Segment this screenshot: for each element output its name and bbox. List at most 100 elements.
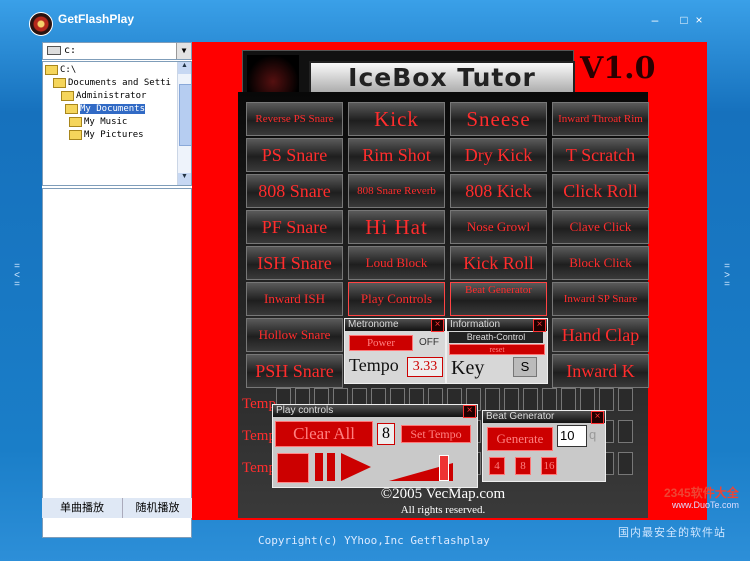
- minimize-button[interactable]: –: [648, 13, 662, 27]
- collapse-left-icon[interactable]: = < =: [11, 262, 23, 290]
- sound-button-clave-click[interactable]: Clave Click: [552, 210, 649, 244]
- power-button[interactable]: Power: [349, 335, 413, 351]
- sound-button-kick-roll[interactable]: Kick Roll: [450, 246, 547, 280]
- close-icon[interactable]: ×: [533, 319, 546, 332]
- sound-button-808-snare[interactable]: 808 Snare: [246, 174, 343, 208]
- reset-button[interactable]: reset: [449, 344, 545, 355]
- step-cell[interactable]: [599, 388, 614, 411]
- sound-button-sneese[interactable]: Sneese: [450, 102, 547, 136]
- play-value[interactable]: 8: [377, 423, 395, 445]
- file-list[interactable]: [42, 188, 192, 538]
- sound-button-kick[interactable]: Kick: [348, 102, 445, 136]
- tempo-row-label: Temp: [242, 396, 276, 412]
- watermark-logo: 2345软件大全: [664, 486, 739, 500]
- sound-button-hi-hat[interactable]: Hi Hat: [348, 210, 445, 244]
- information-window: Information × Breath-Control reset Key S: [446, 318, 548, 384]
- tree-item-administrator[interactable]: Administrator: [61, 90, 146, 102]
- drive-label: c:: [64, 45, 77, 56]
- sound-button-nose-growl[interactable]: Nose Growl: [450, 210, 547, 244]
- drive-select[interactable]: c: ▼: [42, 42, 192, 60]
- beat-generator-window: Beat Generator × Generate 10 q 4 8 16: [482, 410, 606, 482]
- folder-tree[interactable]: C:\ Documents and Setti Administrator My…: [42, 61, 192, 186]
- folder-icon: [69, 129, 82, 140]
- beat-option-4[interactable]: 4: [489, 457, 505, 475]
- sound-button-inward-k[interactable]: Inward K: [552, 354, 649, 388]
- tree-scrollbar[interactable]: ▲ ▼: [177, 62, 191, 185]
- play-controls-title: Play controls: [273, 405, 477, 417]
- key-value[interactable]: S: [513, 357, 537, 377]
- play-controls-button[interactable]: Play Controls: [348, 282, 445, 316]
- sound-button-inward-throat-rim[interactable]: Inward Throat Rim: [552, 102, 649, 136]
- step-cell[interactable]: [580, 388, 595, 411]
- tempo-value[interactable]: 3.33: [407, 357, 443, 377]
- tree-item-my-music[interactable]: My Music: [69, 116, 127, 128]
- sound-button-loud-block[interactable]: Loud Block: [348, 246, 445, 280]
- tree-item-my-documents[interactable]: My Documents: [65, 103, 146, 115]
- step-cell[interactable]: [523, 388, 538, 411]
- close-icon[interactable]: ×: [591, 411, 604, 424]
- single-play-button[interactable]: 单曲播放: [42, 498, 123, 518]
- step-cell[interactable]: [542, 388, 557, 411]
- tempo-row-label: Temp: [242, 460, 276, 476]
- volume-slider-handle[interactable]: [439, 455, 449, 481]
- tempo-label: Tempo: [349, 355, 399, 375]
- sound-button-block-click[interactable]: Block Click: [552, 246, 649, 280]
- sound-button-click-roll[interactable]: Click Roll: [552, 174, 649, 208]
- power-state-label: OFF: [419, 337, 439, 348]
- tree-item-label: Documents and Setti: [68, 78, 171, 88]
- sound-button-reverse-ps-snare[interactable]: Reverse PS Snare: [246, 102, 343, 136]
- tree-item-c-drive[interactable]: C:\: [45, 64, 76, 76]
- sound-button-ish-snare[interactable]: ISH Snare: [246, 246, 343, 280]
- beat-generator-button[interactable]: Beat Generator: [450, 282, 547, 316]
- sound-button-808-kick[interactable]: 808 Kick: [450, 174, 547, 208]
- sound-button-inward-ish[interactable]: Inward ISH: [246, 282, 343, 316]
- step-cell[interactable]: [485, 388, 500, 411]
- play-icon[interactable]: [341, 453, 371, 481]
- sound-button-dry-kick[interactable]: Dry Kick: [450, 138, 547, 172]
- set-tempo-button[interactable]: Set Tempo: [401, 425, 471, 443]
- sound-button-pf-snare[interactable]: PF Snare: [246, 210, 343, 244]
- flash-stage[interactable]: IceBox Tutor V1.0 Reverse PS Snare PS Sn…: [192, 42, 707, 520]
- beat-option-8[interactable]: 8: [515, 457, 531, 475]
- generate-button[interactable]: Generate: [487, 427, 553, 451]
- sound-button-rim-shot[interactable]: Rim Shot: [348, 138, 445, 172]
- metronome-title: Metronome: [345, 319, 445, 331]
- sound-button-808-snare-reverb[interactable]: 808 Snare Reverb: [348, 174, 445, 208]
- beat-count-input[interactable]: 10: [557, 425, 587, 447]
- tree-item-my-pictures[interactable]: My Pictures: [69, 129, 144, 141]
- scroll-up-icon[interactable]: ▲: [178, 62, 191, 74]
- stop-icon[interactable]: [277, 453, 309, 483]
- step-cell[interactable]: [561, 388, 576, 411]
- random-play-button[interactable]: 随机播放: [123, 498, 192, 518]
- sound-button-hand-clap[interactable]: Hand Clap: [552, 318, 649, 352]
- play-controls-window: Play controls × Clear All 8 Set Tempo: [272, 404, 478, 488]
- sound-button-hollow-snare[interactable]: Hollow Snare: [246, 318, 343, 352]
- step-cell[interactable]: [618, 452, 633, 475]
- scroll-thumb[interactable]: [179, 84, 191, 146]
- tree-item-label: Administrator: [76, 91, 147, 101]
- step-cell[interactable]: [504, 388, 519, 411]
- sound-button-ps-snare[interactable]: PS Snare: [246, 138, 343, 172]
- folder-icon: [61, 90, 74, 101]
- beat-option-16[interactable]: 16: [541, 457, 557, 475]
- pause-icon[interactable]: [315, 453, 323, 481]
- step-cell[interactable]: [618, 420, 633, 443]
- clear-all-button[interactable]: Clear All: [275, 421, 373, 447]
- app-window: GetFlashPlay – □ × = < = = > = c: ▼ C:\ Docu…: [0, 0, 750, 561]
- sound-button-t-scratch[interactable]: T Scratch: [552, 138, 649, 172]
- collapse-right-icon[interactable]: = > =: [721, 262, 733, 290]
- close-icon[interactable]: ×: [463, 405, 476, 418]
- sound-button-psh-snare[interactable]: PSH Snare: [246, 354, 343, 388]
- step-cell[interactable]: [618, 388, 633, 411]
- restore-button[interactable]: □: [677, 13, 691, 27]
- metronome-window: Metronome × Power OFF Tempo 3.33: [344, 318, 446, 384]
- close-button[interactable]: ×: [692, 13, 706, 27]
- close-icon[interactable]: ×: [431, 319, 444, 332]
- tree-item-documents-and-settings[interactable]: Documents and Setti: [53, 77, 171, 89]
- sound-button-inward-sp-snare[interactable]: Inward SP Snare: [552, 282, 649, 316]
- scroll-down-icon[interactable]: ▼: [178, 173, 191, 185]
- key-label: Key: [451, 357, 485, 379]
- chevron-down-icon[interactable]: ▼: [176, 43, 191, 59]
- title-bar: GetFlashPlay – □ ×: [0, 0, 750, 42]
- file-browser-panel: c: ▼ C:\ Documents and Setti Administrat…: [42, 42, 192, 538]
